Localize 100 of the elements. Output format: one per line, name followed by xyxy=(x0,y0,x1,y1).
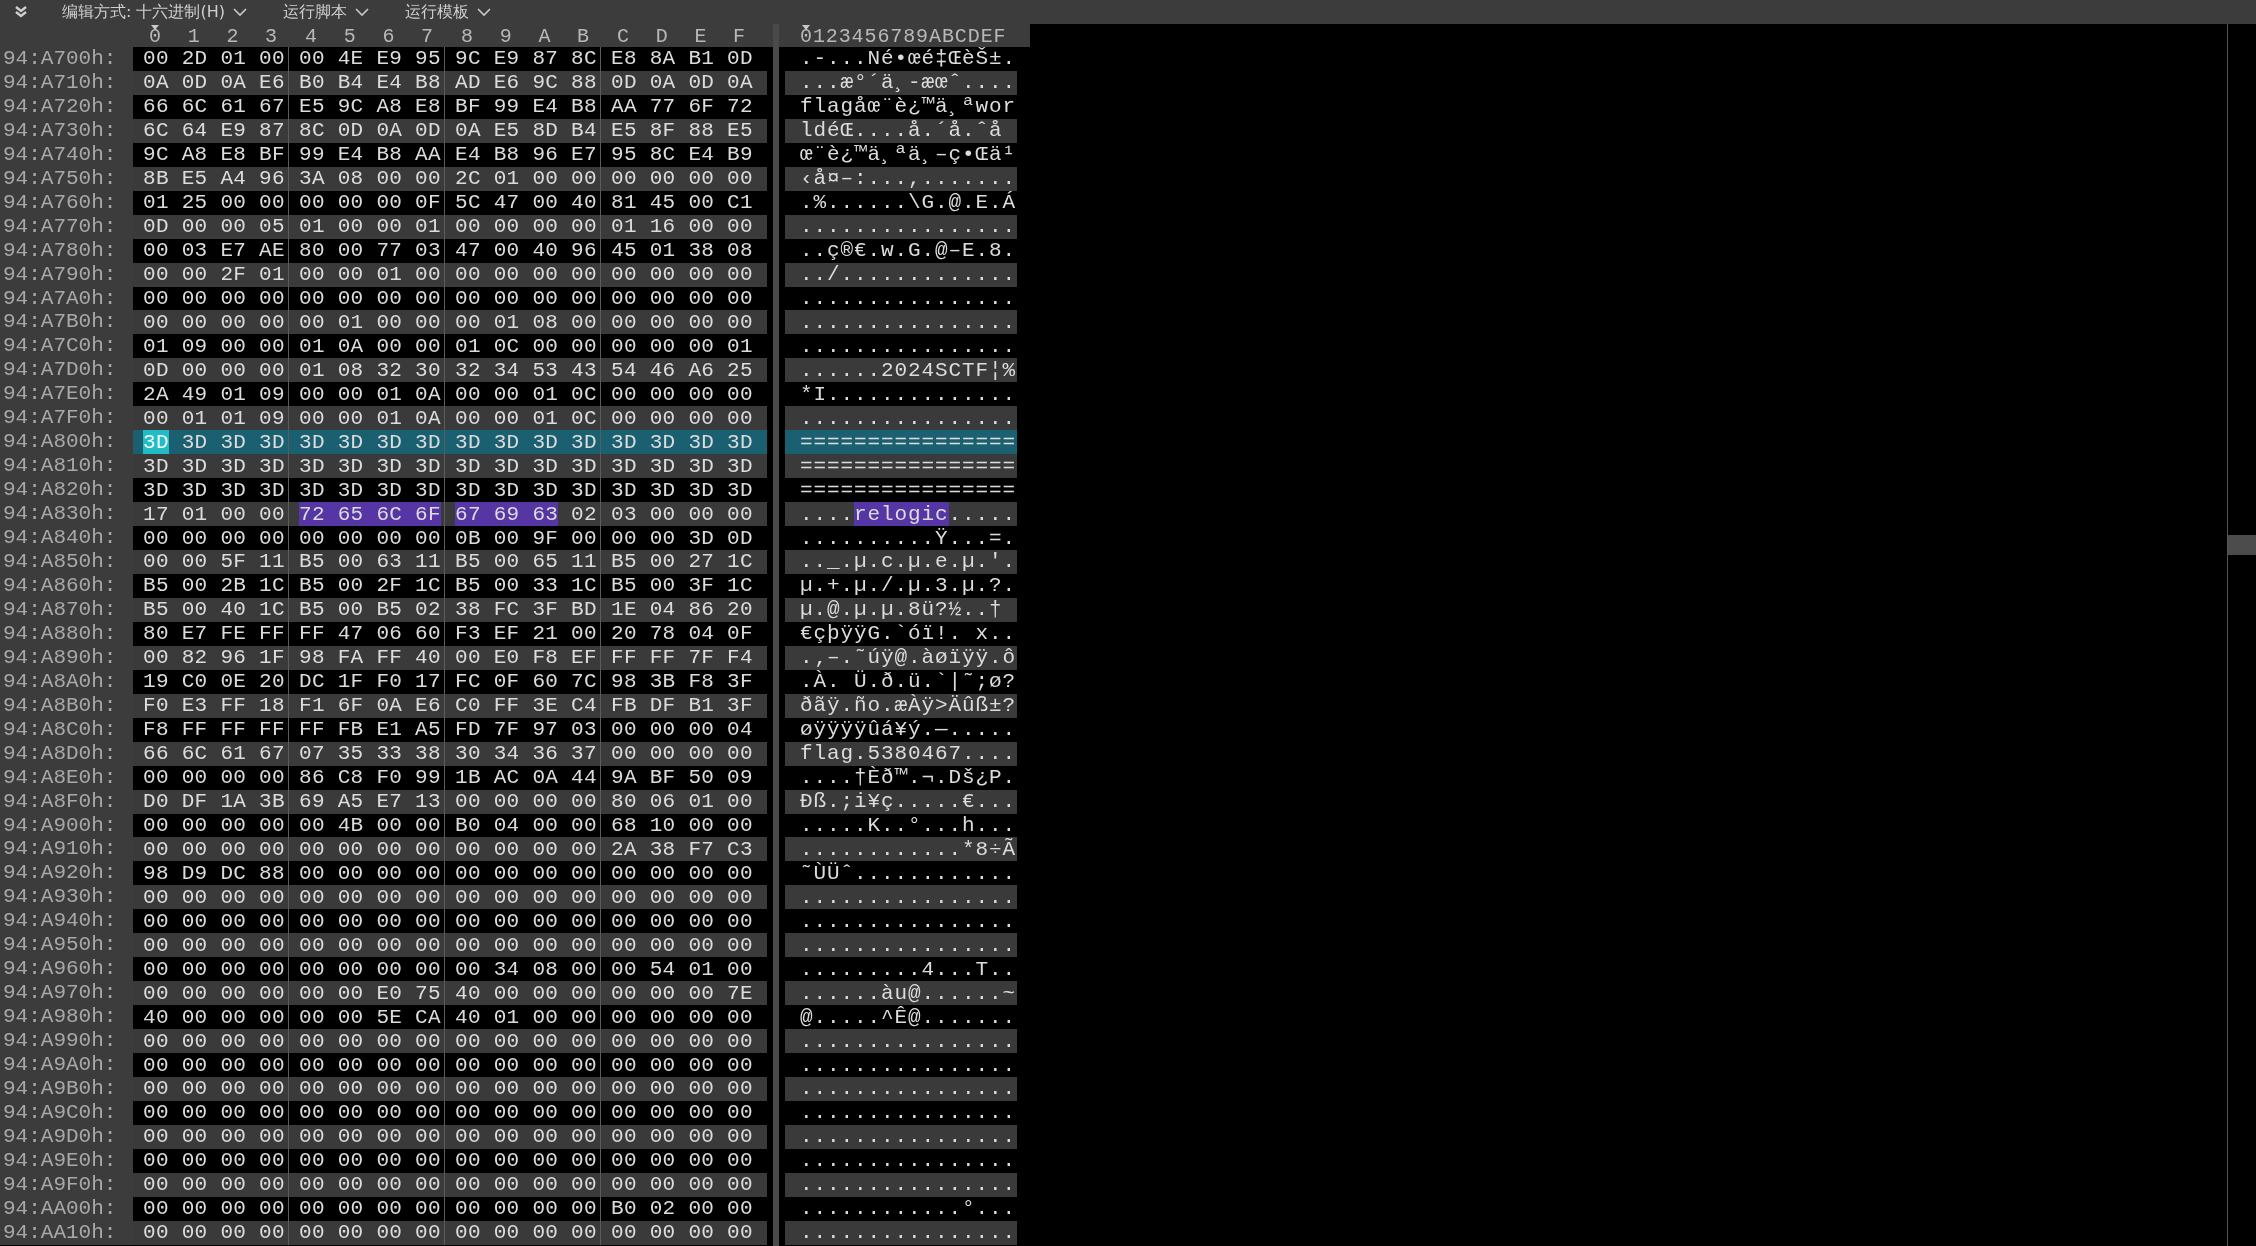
hex-bytes: 00 00 01 00 xyxy=(299,262,441,287)
hex-bytes: 40 00 00 00 xyxy=(143,1005,285,1030)
row-offset: 94:A7B0h: xyxy=(0,310,133,335)
hex-row[interactable]: 0D 00 00 05 01 00 00 01 00 00 00 00 01 16 00 00 xyxy=(133,214,767,239)
hex-bytes: 00 54 01 00 xyxy=(611,957,753,982)
row-offset: 94:A920h: xyxy=(0,861,133,886)
hex-bytes: 00 00 00 00 xyxy=(611,262,753,287)
hex-bytes: B5 00 63 11 xyxy=(299,550,441,574)
hex-bytes: 67 69 63 xyxy=(455,502,559,527)
hex-bytes: 00 00 00 00 xyxy=(455,262,597,287)
hex-bytes: 86 C8 F0 99 xyxy=(299,765,441,790)
hex-row[interactable]: 00 00 00 00 00 01 00 00 00 01 08 00 00 00 00 00 xyxy=(133,310,767,335)
hex-row[interactable]: 00 01 01 09 00 00 01 0A 00 00 01 0C 00 00 00 00 xyxy=(133,406,767,431)
scrollbar-thumb[interactable] xyxy=(2228,535,2256,555)
row-offset: 94:A870h: xyxy=(0,597,133,622)
hex-row[interactable]: 6C 64 E9 87 8C 0D 0A 0D 0A E5 8D B4 E5 8F 88 E5 xyxy=(133,118,767,143)
hex-bytes: E8 8A B1 0D xyxy=(611,47,753,71)
hex-bytes: 3D 3D 3D 3D xyxy=(143,478,285,503)
hex-row[interactable]: 00 2D 01 00 00 4E E9 95 9C E9 87 8C E8 8A B1 0D xyxy=(133,47,767,71)
hex-bytes: 01 0A 00 00 xyxy=(299,334,441,359)
hex-bytes: 00 00 00 00 xyxy=(455,286,597,311)
hex-bytes: 47 00 40 96 xyxy=(455,238,597,263)
hex-row[interactable]: 66 6C 61 67 07 35 33 38 30 34 36 37 00 00 00 00 xyxy=(133,741,767,766)
hex-bytes: 54 46 A6 25 xyxy=(611,358,753,383)
row-offset: 94:A770h: xyxy=(0,214,133,239)
hex-bytes: C0 FF 3E C4 xyxy=(455,693,597,718)
toolbar-menu[interactable]: 编辑方式: 十六进制(H) xyxy=(58,1,251,23)
hex-bytes: 00 00 00 00 xyxy=(299,1100,441,1125)
scrollbar[interactable] xyxy=(2227,24,2256,1246)
hex-bytes: 00 00 00 0F xyxy=(299,190,441,215)
hex-row[interactable]: 00 03 E7 AE 80 00 77 03 47 00 40 96 45 01 38 08 xyxy=(133,238,767,263)
hex-row[interactable]: 00 00 00 00 00 00 00 00 00 00 00 00 00 00 00 00 xyxy=(133,1100,767,1125)
hex-bytes: 01 09 00 00 xyxy=(143,334,285,359)
hex-row[interactable]: 00 00 00 00 00 00 00 00 00 00 00 00 00 00 00 00 xyxy=(133,1148,767,1173)
hex-row[interactable]: 0D 00 00 00 01 08 32 30 32 34 53 43 54 46 A6 25 xyxy=(133,358,767,383)
hex-bytes: 45 01 38 08 xyxy=(611,238,753,263)
hex-row[interactable]: 00 00 00 00 00 00 00 00 00 00 00 00 00 00 00 00 xyxy=(133,933,767,958)
hex-bytes: 1E 04 86 20 xyxy=(611,597,753,622)
hex-row[interactable]: 3D 3D 3D 3D 3D 3D 3D 3D 3D 3D 3D 3D 3D 3D 3D 3D xyxy=(133,454,767,479)
hex-row[interactable]: 80 E7 FE FF FF 47 06 60 F3 EF 21 00 20 78 04 0F xyxy=(133,621,767,646)
row-offset: 94:A8C0h: xyxy=(0,717,133,742)
hex-bytes: 3D 3D 3D 3D xyxy=(143,454,285,479)
hex-row[interactable]: F8 FF FF FF FF FB E1 A5 FD 7F 97 03 00 00 00 04 xyxy=(133,717,767,742)
hex-bytes: 00 00 00 00 xyxy=(299,1196,441,1221)
hex-bytes: 00 00 00 00 xyxy=(455,1100,597,1125)
hex-row[interactable]: 00 00 00 00 00 00 00 00 00 00 00 00 00 00 00 00 xyxy=(133,1220,767,1245)
hex-bytes: 00 00 3D 0D xyxy=(611,526,753,550)
hex-row[interactable]: 00 00 00 00 00 00 00 00 00 00 00 00 B0 02 00 00 xyxy=(133,1196,767,1221)
hex-row[interactable]: 00 00 00 00 00 00 00 00 00 00 00 00 2A 38 F7 C3 xyxy=(133,837,767,862)
hex-bytes: 0D 00 00 05 xyxy=(143,214,285,239)
hex-row[interactable]: 00 00 00 00 00 00 00 00 00 00 00 00 00 00 00 00 xyxy=(133,1077,767,1101)
hex-bytes: 00 00 00 00 xyxy=(299,1053,441,1077)
hex-row[interactable]: 8B E5 A4 96 3A 08 00 00 2C 01 00 00 00 00 00 00 xyxy=(133,166,767,191)
hex-row[interactable]: 17 01 00 00 72 65 6C 6F 67 69 63 02 03 00 00 00 xyxy=(133,502,767,527)
hex-row[interactable]: 01 25 00 00 00 00 00 0F 5C 47 00 40 81 45 00 C1 xyxy=(133,190,767,215)
hex-bytes: 00 00 00 00 xyxy=(611,1053,753,1077)
hex-bytes: 9A BF 50 09 xyxy=(611,765,753,790)
hex-row[interactable]: 00 00 00 00 00 00 00 00 00 00 00 00 00 00 00 00 xyxy=(133,1172,767,1197)
row-offset: 94:A830h: xyxy=(0,502,133,527)
hex-row[interactable]: F0 E3 FF 18 F1 6F 0A E6 C0 FF 3E C4 FB DF B1 3F xyxy=(133,693,767,718)
column-label: 0 xyxy=(800,24,813,47)
hex-bytes: 00 00 00 00 xyxy=(143,981,285,1006)
row-offset: 94:A9B0h: xyxy=(0,1077,133,1101)
hex-row[interactable]: 00 82 96 1F 98 FA FF 40 00 E0 F8 EF FF FF 7F F4 xyxy=(133,645,767,670)
ascii-row[interactable]: ....relogic..... xyxy=(785,502,1017,527)
hex-bytes: 01 16 00 00 xyxy=(611,214,753,239)
hex-row[interactable]: 00 00 00 00 00 00 00 00 00 00 00 00 00 00 00 00 xyxy=(133,1124,767,1149)
row-offset: 94:A860h: xyxy=(0,573,133,598)
hex-row[interactable]: 9C A8 E8 BF 99 E4 B8 AA E4 B8 96 E7 95 8C E4 B9 xyxy=(133,142,767,167)
hex-row[interactable]: 00 00 00 00 00 00 00 00 00 00 00 00 00 00 00 00 xyxy=(133,885,767,910)
hex-row[interactable]: 0A 0D 0A E6 B0 B4 E4 B8 AD E6 9C 88 0D 0A 0D 0A xyxy=(133,70,767,95)
hex-bytes: F8 FF FF FF xyxy=(143,717,285,742)
hex-row[interactable]: 00 00 2F 01 00 00 01 00 00 00 00 00 00 00 00 00 xyxy=(133,262,767,287)
hex-row[interactable]: 00 00 5F 11 B5 00 63 11 B5 00 65 11 B5 00 27 1C xyxy=(133,550,767,574)
hex-bytes: 00 00 00 00 xyxy=(611,1005,753,1030)
hex-bytes: 03 00 00 00 xyxy=(611,502,753,527)
hex-bytes: 3D xyxy=(143,430,169,455)
column-label: D xyxy=(655,25,668,48)
hex-row[interactable]: 19 C0 0E 20 DC 1F F0 17 FC 0F 60 7C 98 3B F8 3F xyxy=(133,669,767,694)
hex-row[interactable]: B5 00 2B 1C B5 00 2F 1C B5 00 33 1C B5 00 3F 1C xyxy=(133,573,767,598)
row-offset: 94:A9F0h: xyxy=(0,1172,133,1197)
ascii-text: ..... xyxy=(948,502,1017,527)
hex-bytes: 07 35 33 38 xyxy=(299,741,441,766)
toolbar-menu[interactable]: 运行脚本 xyxy=(279,1,373,23)
hex-bytes: E5 9C A8 E8 xyxy=(299,94,441,119)
hex-bytes: 00 00 00 00 xyxy=(143,1172,285,1197)
hex-bytes: 01 25 00 00 xyxy=(143,190,285,215)
hex-row[interactable]: 66 6C 61 67 E5 9C A8 E8 BF 99 E4 B8 AA 77 6F 72 xyxy=(133,94,767,119)
hex-row[interactable]: D0 DF 1A 3B 69 A5 E7 13 00 00 00 00 80 06 01 00 xyxy=(133,789,767,814)
hex-row[interactable]: 00 00 00 00 86 C8 F0 99 1B AC 0A 44 9A BF 50 09 xyxy=(133,765,767,790)
hex-bytes: 00 00 00 00 xyxy=(143,1124,285,1149)
hex-row[interactable]: B5 00 40 1C B5 00 B5 02 38 FC 3F BD 1E 04 86 20 xyxy=(133,597,767,622)
hex-row[interactable]: 00 00 00 00 00 00 E0 75 40 00 00 00 00 00 00 7E xyxy=(133,981,767,1006)
hex-row[interactable]: 3D 3D 3D 3D 3D 3D 3D 3D 3D 3D 3D 3D 3D 3D 3D 3D xyxy=(133,430,767,455)
hex-row[interactable]: 00 00 00 00 00 00 00 00 00 00 00 00 00 00 00 00 xyxy=(133,1029,767,1054)
collapse-icon[interactable] xyxy=(14,5,28,19)
toolbar-menu[interactable]: 运行模板 xyxy=(401,1,495,23)
hex-bytes: 00 00 00 00 xyxy=(299,286,441,311)
hex-bytes: 00 00 00 00 xyxy=(611,1029,753,1054)
hex-row[interactable]: 00 00 00 00 00 00 00 00 00 00 00 00 00 00 00 00 xyxy=(133,1053,767,1077)
